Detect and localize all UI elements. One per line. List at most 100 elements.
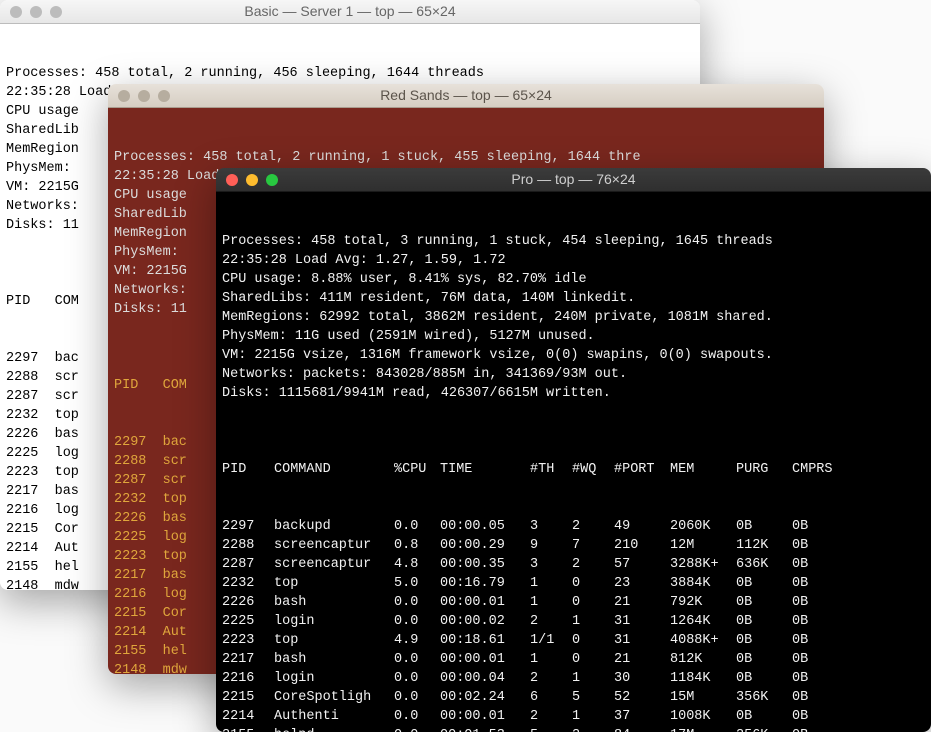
cell: 0B bbox=[792, 707, 848, 726]
cell: 2217 bbox=[222, 650, 274, 669]
cell: 4.9 bbox=[394, 631, 440, 650]
close-icon[interactable] bbox=[226, 174, 238, 186]
cell: 0 bbox=[572, 574, 614, 593]
cell: 0B bbox=[792, 650, 848, 669]
col-th: #TH bbox=[530, 460, 572, 479]
cell: 2214 bbox=[222, 707, 274, 726]
cell: 5 bbox=[572, 688, 614, 707]
cell: 0.8 bbox=[394, 536, 440, 555]
cell: login bbox=[274, 612, 394, 631]
cell: 0B bbox=[736, 631, 792, 650]
cell: 31 bbox=[614, 612, 670, 631]
traffic-lights bbox=[216, 174, 278, 186]
cell: 2216 bbox=[222, 669, 274, 688]
cell: 0.0 bbox=[394, 726, 440, 732]
cell: helpd bbox=[274, 726, 394, 732]
cell: 21 bbox=[614, 650, 670, 669]
cell: 2 bbox=[572, 555, 614, 574]
cell: 00:00.35 bbox=[440, 555, 530, 574]
cell: 0.0 bbox=[394, 707, 440, 726]
cell: 0B bbox=[736, 517, 792, 536]
cell: top bbox=[274, 574, 394, 593]
maximize-icon[interactable] bbox=[158, 90, 170, 102]
cell: 0B bbox=[736, 612, 792, 631]
minimize-icon[interactable] bbox=[138, 90, 150, 102]
cell: 2225 bbox=[222, 612, 274, 631]
cell: 0B bbox=[736, 593, 792, 612]
minimize-icon[interactable] bbox=[30, 6, 42, 18]
header-line: Disks: 1115681/9941M read, 426307/6615M … bbox=[222, 384, 925, 403]
header-line: Processes: 458 total, 3 running, 1 stuck… bbox=[222, 232, 925, 251]
cell: 00:00.01 bbox=[440, 650, 530, 669]
cell: 0B bbox=[736, 669, 792, 688]
cell: 2297 bbox=[222, 517, 274, 536]
maximize-icon[interactable] bbox=[266, 174, 278, 186]
cell: 2155 bbox=[222, 726, 274, 732]
cell: 1 bbox=[530, 593, 572, 612]
titlebar[interactable]: Basic — Server 1 — top — 65×24 bbox=[0, 0, 700, 24]
cell: 0B bbox=[792, 574, 848, 593]
cell: 0B bbox=[792, 612, 848, 631]
cell: 210 bbox=[614, 536, 670, 555]
cell: 1184K bbox=[670, 669, 736, 688]
cell: 0B bbox=[792, 593, 848, 612]
cell: screencaptur bbox=[274, 536, 394, 555]
cell: 792K bbox=[670, 593, 736, 612]
cell: 3288K+ bbox=[670, 555, 736, 574]
cell: 00:16.79 bbox=[440, 574, 530, 593]
cell: 0.0 bbox=[394, 688, 440, 707]
table-row: 2216login0.000:00.0421301184K0B0B bbox=[222, 669, 925, 688]
cell: 6 bbox=[530, 688, 572, 707]
window-title: Red Sands — top — 65×24 bbox=[108, 86, 824, 105]
close-icon[interactable] bbox=[10, 6, 22, 18]
cell: 4.8 bbox=[394, 555, 440, 574]
cell: 52 bbox=[614, 688, 670, 707]
minimize-icon[interactable] bbox=[246, 174, 258, 186]
titlebar[interactable]: Red Sands — top — 65×24 bbox=[108, 84, 824, 108]
cell: 0B bbox=[792, 726, 848, 732]
cell: 0 bbox=[572, 593, 614, 612]
cell: 0.0 bbox=[394, 517, 440, 536]
titlebar[interactable]: Pro — top — 76×24 bbox=[216, 168, 931, 192]
cell: 636K bbox=[736, 555, 792, 574]
cell: 2 bbox=[530, 612, 572, 631]
cell: 00:00.29 bbox=[440, 536, 530, 555]
header-line: 22:35:28 Load Avg: 1.27, 1.59, 1.72 bbox=[222, 251, 925, 270]
cell: 256K bbox=[736, 726, 792, 732]
cell: 37 bbox=[614, 707, 670, 726]
cell: 17M bbox=[670, 726, 736, 732]
cell: 812K bbox=[670, 650, 736, 669]
cell: 4088K+ bbox=[670, 631, 736, 650]
terminal-content[interactable]: Processes: 458 total, 3 running, 1 stuck… bbox=[216, 192, 931, 732]
table-row: 2215CoreSpotligh0.000:02.24655215M356K0B bbox=[222, 688, 925, 707]
close-icon[interactable] bbox=[118, 90, 130, 102]
table-row: 2214Authenti0.000:00.0121371008K0B0B bbox=[222, 707, 925, 726]
table-row: 2232top5.000:16.7910233884K0B0B bbox=[222, 574, 925, 593]
cell: 0B bbox=[792, 555, 848, 574]
header-line: Processes: 458 total, 2 running, 456 sle… bbox=[6, 64, 694, 83]
cell: screencaptur bbox=[274, 555, 394, 574]
window-title: Basic — Server 1 — top — 65×24 bbox=[0, 2, 700, 21]
cell: 00:00.01 bbox=[440, 707, 530, 726]
header-line: PhysMem: 11G used (2591M wired), 5127M u… bbox=[222, 327, 925, 346]
cell: 0.0 bbox=[394, 669, 440, 688]
terminal-window-pro[interactable]: Pro — top — 76×24 Processes: 458 total, … bbox=[216, 168, 931, 732]
cell: 1 bbox=[530, 650, 572, 669]
cell: 2 bbox=[572, 517, 614, 536]
col-port: #PORT bbox=[614, 460, 670, 479]
cell: 1 bbox=[572, 707, 614, 726]
cell: 356K bbox=[736, 688, 792, 707]
col-mem: MEM bbox=[670, 460, 736, 479]
cell: 00:00.01 bbox=[440, 593, 530, 612]
cell: 0B bbox=[792, 517, 848, 536]
cell: 00:02.24 bbox=[440, 688, 530, 707]
cell: bash bbox=[274, 650, 394, 669]
col-purg: PURG bbox=[736, 460, 792, 479]
cell: 3 bbox=[530, 517, 572, 536]
cell: 21 bbox=[614, 593, 670, 612]
cell: 1 bbox=[530, 574, 572, 593]
header-line: Processes: 458 total, 2 running, 1 stuck… bbox=[114, 148, 818, 167]
cell: 2288 bbox=[222, 536, 274, 555]
maximize-icon[interactable] bbox=[50, 6, 62, 18]
header-line bbox=[222, 403, 925, 422]
